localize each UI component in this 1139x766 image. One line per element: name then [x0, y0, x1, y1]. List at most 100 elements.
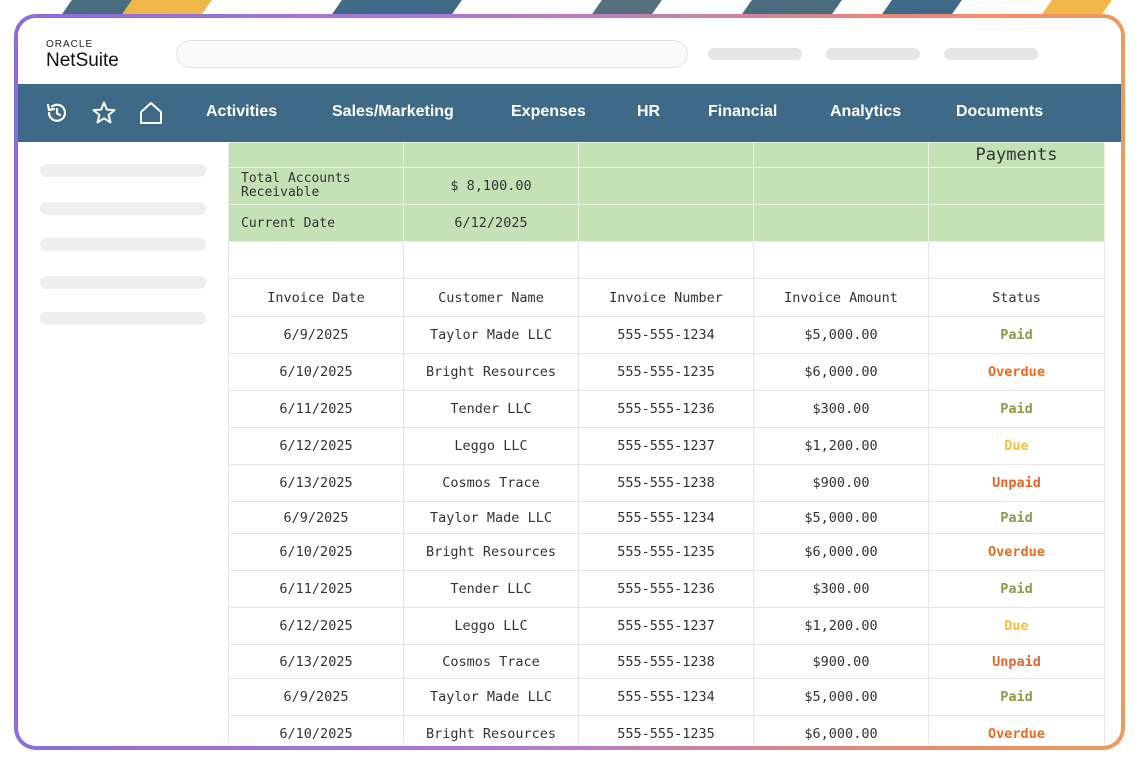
summary-cell — [403, 142, 579, 168]
invoice-date: 6/9/2025 — [228, 501, 404, 534]
table-row[interactable]: 6/11/2025 Tender LLC 555-555-1236 $300.00 Pa… — [228, 570, 1105, 608]
status-badge: Overdue — [928, 533, 1105, 571]
table-row[interactable]: 6/9/2025 Taylor Made LLC 555-555-1234 $5,00… — [228, 501, 1105, 534]
invoice-date: 6/11/2025 — [228, 390, 404, 428]
sidebar-placeholder-2[interactable] — [40, 202, 206, 215]
invoice-amount: $300.00 — [753, 390, 929, 428]
current-date-label: Current Date — [228, 204, 404, 242]
invoice-amount: $6,000.00 — [753, 533, 929, 571]
current-date-row: Current Date 6/12/2025 — [228, 204, 1105, 242]
empty-cell — [228, 241, 404, 279]
summary-cell — [928, 167, 1105, 205]
customer-name: Tender LLC — [403, 390, 579, 428]
status-badge: Paid — [928, 316, 1105, 354]
table-row[interactable]: 6/12/2025 Leggo LLC 555-555-1237 $1,200.00 D… — [228, 607, 1105, 645]
table-row[interactable]: 6/13/2025 Cosmos Trace 555-555-1238 $900.00… — [228, 464, 1105, 502]
summary-cell — [578, 142, 754, 168]
receivables-table: Payments Total Accounts Receivable $ 8,1… — [228, 142, 1105, 746]
nav-analytics[interactable]: Analytics — [830, 103, 901, 121]
table-row[interactable]: 6/13/2025 Cosmos Trace 555-555-1238 $900.00… — [228, 644, 1105, 679]
table-row[interactable]: 6/9/2025 Taylor Made LLC 555-555-1234 $5,00… — [228, 678, 1105, 716]
logo-oracle-text: ORACLE — [46, 39, 94, 50]
summary-cell — [578, 167, 754, 205]
customer-name: Tender LLC — [403, 570, 579, 608]
history-icon[interactable] — [44, 100, 70, 126]
receivables-table-wrapper: Payments Total Accounts Receivable $ 8,1… — [228, 142, 1105, 746]
header-customer-name[interactable]: Customer Name — [403, 278, 579, 317]
header-placeholder-1[interactable] — [708, 48, 802, 60]
table-row[interactable]: 6/10/2025 Bright Resources 555-555-1235 $6,… — [228, 353, 1105, 391]
nav-activities[interactable]: Activities — [206, 103, 277, 121]
invoice-date: 6/9/2025 — [228, 678, 404, 716]
header-invoice-number[interactable]: Invoice Number — [578, 278, 754, 317]
customer-name: Cosmos Trace — [403, 464, 579, 502]
summary-cell — [753, 204, 929, 242]
sidebar-placeholder-3[interactable] — [40, 238, 206, 251]
status-badge: Unpaid — [928, 464, 1105, 502]
invoice-rows: 6/9/2025 Taylor Made LLC 555-555-1234 $5,00… — [228, 316, 1105, 746]
spacer-row — [228, 241, 1105, 279]
customer-name: Taylor Made LLC — [403, 501, 579, 534]
invoice-date: 6/10/2025 — [228, 353, 404, 391]
table-row[interactable]: 6/10/2025 Bright Resources 555-555-1235 $6,… — [228, 533, 1105, 571]
sidebar-placeholder-5[interactable] — [40, 312, 206, 325]
nav-documents[interactable]: Documents — [956, 103, 1043, 121]
nav-sales-marketing[interactable]: Sales/Marketing — [332, 103, 454, 121]
customer-name: Taylor Made LLC — [403, 678, 579, 716]
customer-name: Leggo LLC — [403, 427, 579, 465]
empty-cell — [578, 241, 754, 279]
sidebar-placeholder-1[interactable] — [40, 164, 206, 177]
header-status[interactable]: Status — [928, 278, 1105, 317]
status-badge: Due — [928, 427, 1105, 465]
header-invoice-date[interactable]: Invoice Date — [228, 278, 404, 317]
invoice-number: 555-555-1237 — [578, 427, 754, 465]
invoice-date: 6/10/2025 — [228, 715, 404, 746]
invoice-number: 555-555-1235 — [578, 353, 754, 391]
table-row[interactable]: 6/10/2025 Bright Resources 555-555-1235 $6,… — [228, 715, 1105, 746]
invoice-number: 555-555-1237 — [578, 607, 754, 645]
summary-cell — [753, 167, 929, 205]
customer-name: Cosmos Trace — [403, 644, 579, 679]
invoice-number: 555-555-1238 — [578, 464, 754, 502]
total-receivable-row: Total Accounts Receivable $ 8,100.00 — [228, 167, 1105, 205]
netsuite-logo[interactable]: ORACLE NetSuite — [46, 39, 119, 71]
invoice-date: 6/12/2025 — [228, 427, 404, 465]
header-invoice-amount[interactable]: Invoice Amount — [753, 278, 929, 317]
status-badge: Paid — [928, 570, 1105, 608]
invoice-number: 555-555-1238 — [578, 644, 754, 679]
table-row[interactable]: 6/11/2025 Tender LLC 555-555-1236 $300.00 Pa… — [228, 390, 1105, 428]
invoice-amount: $1,200.00 — [753, 607, 929, 645]
invoice-number: 555-555-1234 — [578, 678, 754, 716]
customer-name: Bright Resources — [403, 353, 579, 391]
header-placeholder-2[interactable] — [826, 48, 920, 60]
invoice-amount: $6,000.00 — [753, 353, 929, 391]
invoice-amount: $900.00 — [753, 464, 929, 502]
customer-name: Bright Resources — [403, 533, 579, 571]
summary-cell — [578, 204, 754, 242]
star-icon[interactable] — [91, 100, 117, 126]
payments-heading: Payments — [928, 142, 1105, 168]
summary-cell — [928, 204, 1105, 242]
invoice-date: 6/13/2025 — [228, 464, 404, 502]
invoice-date: 6/11/2025 — [228, 570, 404, 608]
table-header-row: Invoice Date Customer Name Invoice Numbe… — [228, 278, 1105, 317]
empty-cell — [753, 241, 929, 279]
status-badge: Paid — [928, 678, 1105, 716]
nav-expenses[interactable]: Expenses — [511, 103, 586, 121]
table-row[interactable]: 6/9/2025 Taylor Made LLC 555-555-1234 $5,00… — [228, 316, 1105, 354]
header-placeholder-3[interactable] — [944, 48, 1038, 60]
table-row[interactable]: 6/12/2025 Leggo LLC 555-555-1237 $1,200.00 D… — [228, 427, 1105, 465]
invoice-number: 555-555-1236 — [578, 570, 754, 608]
invoice-amount: $6,000.00 — [753, 715, 929, 746]
invoice-date: 6/13/2025 — [228, 644, 404, 679]
nav-financial[interactable]: Financial — [708, 103, 777, 121]
status-badge: Overdue — [928, 353, 1105, 391]
invoice-amount: $5,000.00 — [753, 678, 929, 716]
nav-hr[interactable]: HR — [637, 103, 660, 121]
top-header: ORACLE NetSuite — [18, 18, 1121, 84]
app-window: ORACLE NetSuite Activities Sales/Marketi… — [18, 18, 1121, 746]
sidebar-placeholder-4[interactable] — [40, 276, 206, 289]
global-search-input[interactable] — [176, 40, 688, 68]
home-icon[interactable] — [138, 100, 164, 126]
logo-netsuite-text: NetSuite — [46, 50, 119, 71]
